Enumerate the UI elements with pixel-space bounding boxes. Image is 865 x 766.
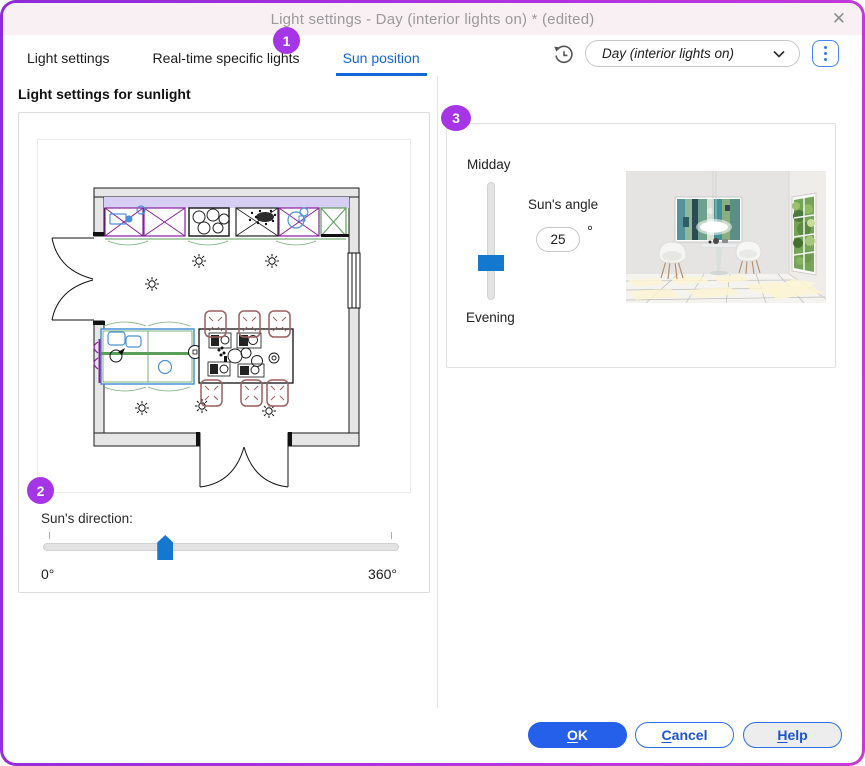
sun-elevation-panel: Midday Evening Sun's angle 25 ° — [446, 123, 836, 368]
tab-sun-position[interactable]: Sun position — [335, 50, 427, 76]
sun-angle-unit: ° — [587, 223, 593, 240]
sun-angle-label: Sun's angle — [528, 197, 599, 212]
kebab-dot — [823, 45, 828, 50]
tab-light-settings[interactable]: Light settings — [20, 50, 117, 76]
slider-tick-start — [49, 532, 50, 539]
elevation-top-label: Midday — [467, 157, 511, 172]
light-preset-dropdown[interactable]: Day (interior lights on) — [585, 40, 800, 67]
overflow-menu-button[interactable] — [812, 40, 839, 67]
light-preset-selected-value: Day (interior lights on) — [602, 46, 735, 61]
kebab-dot — [823, 57, 828, 62]
callout-badge-1: 1 — [273, 27, 300, 54]
titlebar: Light settings - Day (interior lights on… — [3, 3, 862, 35]
elevation-bottom-label: Evening — [466, 310, 515, 325]
kebab-dot — [823, 51, 828, 56]
callout-badge-3: 3 — [441, 105, 471, 131]
render-preview — [626, 171, 826, 303]
sun-direction-label: Sun's direction: — [41, 511, 133, 526]
history-icon — [554, 45, 573, 64]
history-restore-button[interactable] — [551, 42, 575, 66]
vertical-divider — [437, 76, 438, 708]
tab-real-time-specific-lights[interactable]: Real-time specific lights — [146, 50, 307, 76]
tab-bar: Light settings Real-time specific lights… — [20, 50, 427, 76]
direction-min-label: 0° — [41, 566, 55, 582]
sun-elevation-slider[interactable] — [478, 182, 504, 300]
slider-tick-end — [391, 532, 392, 539]
close-icon[interactable]: ✕ — [832, 9, 846, 29]
help-button[interactable]: Help — [743, 722, 842, 748]
sun-direction-slider[interactable] — [43, 535, 399, 560]
dialog-title: Light settings - Day (interior lights on… — [270, 10, 595, 28]
ok-button[interactable]: OK — [528, 722, 627, 748]
light-settings-dialog: Light settings - Day (interior lights on… — [0, 0, 865, 766]
callout-badge-2: 2 — [27, 477, 54, 504]
sun-elevation-handle[interactable] — [478, 254, 504, 271]
render-preview-drawing — [626, 171, 826, 303]
direction-max-label: 360° — [368, 566, 397, 582]
sun-direction-handle[interactable] — [157, 535, 174, 560]
section-heading: Light settings for sunlight — [18, 86, 191, 102]
chevron-down-icon — [773, 50, 785, 58]
sun-angle-input[interactable]: 25 — [536, 227, 580, 252]
sun-direction-panel: Sun's direction: 0° 360° — [18, 112, 430, 593]
cancel-button[interactable]: Cancel — [635, 722, 734, 748]
floor-plan-preview — [37, 139, 411, 493]
floor-plan-drawing — [51, 187, 361, 488]
